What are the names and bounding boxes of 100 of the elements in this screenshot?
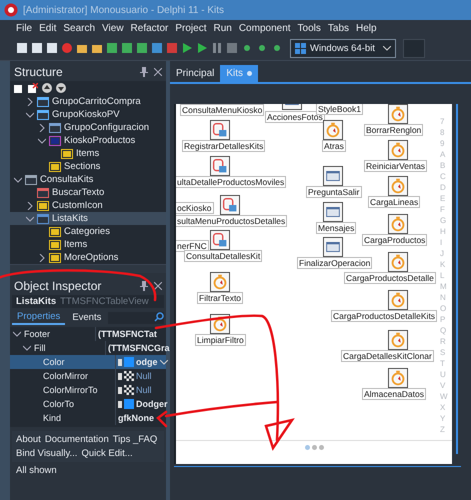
property-row[interactable]: Color odge	[10, 355, 166, 369]
pin-icon[interactable]	[140, 67, 148, 77]
component-label: CargaDetallesKitClonar	[341, 350, 434, 362]
page-dot[interactable]	[304, 445, 310, 450]
windows-logo-icon	[295, 42, 306, 54]
timer-icon[interactable]	[388, 290, 408, 310]
menu-item[interactable]: Run	[213, 22, 232, 34]
component-label: CargaProductos	[362, 234, 428, 246]
tree-item[interactable]: MoreOptions	[10, 251, 166, 264]
page-dot[interactable]	[318, 445, 324, 450]
menu-item[interactable]: Tabs	[328, 22, 350, 34]
component-icon	[37, 186, 49, 198]
close-icon[interactable]	[154, 282, 162, 290]
component-label: FiltrarTexto	[197, 292, 244, 304]
timer-icon[interactable]	[388, 140, 408, 160]
menu-item[interactable]: Refactor	[130, 22, 168, 34]
menu-item[interactable]: View	[102, 22, 124, 34]
page-dot[interactable]	[312, 445, 316, 450]
window-icon[interactable]	[323, 202, 343, 222]
property-row[interactable]: Footer (TTMSFNCTat	[10, 327, 166, 341]
inspector-link[interactable]: Bind Visually...	[16, 448, 78, 459]
component-icon	[49, 134, 61, 146]
tree-item[interactable]: GrupoCarritoCompra	[10, 95, 166, 108]
checkbox[interactable]	[118, 372, 122, 380]
vertical-scrollbar[interactable]	[456, 104, 458, 454]
pause-icon[interactable]	[211, 42, 223, 54]
chevron-down-icon[interactable]	[14, 176, 22, 184]
timer-icon[interactable]	[388, 252, 408, 272]
chevron-down-icon[interactable]	[23, 344, 31, 352]
checkbox[interactable]	[118, 400, 122, 408]
chevron-down-icon[interactable]	[26, 110, 34, 118]
chevron-down-icon[interactable]	[26, 214, 34, 222]
timer-icon[interactable]	[388, 368, 408, 388]
platform-dropdown[interactable]: Windows 64-bit	[290, 38, 396, 58]
inspector-tab[interactable]: Properties	[12, 310, 66, 325]
close-icon[interactable]	[154, 68, 162, 76]
timer-icon[interactable]	[210, 272, 230, 292]
menu-item[interactable]: Edit	[39, 22, 56, 34]
chevron-right-icon[interactable]	[38, 254, 46, 262]
inspector-link[interactable]: Tips _FAQ	[112, 434, 158, 445]
menu-item[interactable]: Tools	[298, 22, 321, 34]
dataset-icon[interactable]	[220, 195, 240, 215]
run-icon[interactable]	[181, 42, 193, 54]
tree-item[interactable]: Items	[10, 238, 166, 251]
checkbox[interactable]	[118, 358, 122, 366]
chevron-down-icon[interactable]	[38, 136, 46, 144]
tree-item[interactable]: CustomIcon	[10, 199, 166, 212]
window-icon[interactable]	[323, 166, 343, 186]
chevron-down-icon[interactable]	[13, 330, 21, 338]
chevron-right-icon[interactable]	[26, 202, 34, 210]
component-label: ConsultaDetallesKit	[184, 250, 262, 262]
chevron-right-icon[interactable]	[38, 124, 46, 132]
tree-item[interactable]: Items	[10, 147, 166, 160]
property-row[interactable]: Kind gfkNone	[10, 411, 166, 425]
chevron-down-icon[interactable]	[160, 360, 168, 364]
component-label: ocKiosko	[176, 202, 214, 214]
move-up-icon[interactable]	[42, 83, 52, 93]
search-icon[interactable]	[154, 312, 164, 322]
dataset-icon[interactable]	[210, 156, 230, 176]
menu-item[interactable]: File	[16, 22, 32, 34]
inspector-link[interactable]: Quick Edit...	[81, 448, 133, 459]
menu-item[interactable]: Search	[63, 22, 96, 34]
menu-item[interactable]: Project	[175, 22, 206, 34]
panel-title: Object Inspector	[14, 279, 102, 293]
editor-tab[interactable]: Principal	[170, 65, 220, 82]
tree-item[interactable]: GrupoConfiguracion	[10, 121, 166, 134]
tree-item[interactable]: Sections	[10, 160, 166, 173]
timer-icon[interactable]	[323, 120, 343, 140]
property-row[interactable]: ColorTo Dodger	[10, 397, 166, 411]
tree-item[interactable]: ListaKits	[10, 212, 166, 225]
stop-square-icon[interactable]	[226, 42, 238, 54]
checkbox[interactable]	[118, 386, 122, 394]
app-logo-icon	[4, 3, 18, 17]
dataset-icon[interactable]	[210, 230, 230, 250]
delete-node-icon[interactable]	[28, 83, 38, 93]
component-label: RegistrarDetallesKits	[182, 140, 266, 152]
property-row[interactable]: ColorMirrorTo Null	[10, 383, 166, 397]
tree-item[interactable]: KioskoProductos	[10, 134, 166, 147]
chevron-right-icon[interactable]	[26, 98, 34, 106]
tree-item[interactable]: Categories	[10, 225, 166, 238]
tree-item[interactable]: BuscarTexto	[10, 186, 166, 199]
timer-icon[interactable]	[388, 214, 408, 234]
timer-icon[interactable]	[388, 176, 408, 196]
property-row[interactable]: ColorMirror Null	[10, 369, 166, 383]
menu-item[interactable]: Help	[356, 22, 377, 34]
inspector-link[interactable]: Documentation	[44, 434, 109, 445]
object-selector[interactable]: ListaKits TTMSFNCTableView	[12, 295, 164, 308]
menu-item[interactable]: Component	[238, 22, 291, 34]
inspector-tab[interactable]: Events	[67, 311, 106, 324]
dataset-icon[interactable]	[210, 120, 230, 140]
timer-icon[interactable]	[388, 330, 408, 350]
tree-item[interactable]: GrupoKioskoPV	[10, 108, 166, 121]
window-icon[interactable]	[323, 237, 343, 257]
search-field[interactable]	[108, 312, 164, 324]
timer-icon[interactable]	[388, 104, 408, 124]
component-icon	[49, 122, 61, 134]
tree-item[interactable]: ConsultaKits	[10, 173, 166, 186]
move-down-icon[interactable]	[56, 83, 66, 93]
inspector-link[interactable]: About	[16, 434, 41, 445]
pin-icon[interactable]	[140, 281, 148, 291]
